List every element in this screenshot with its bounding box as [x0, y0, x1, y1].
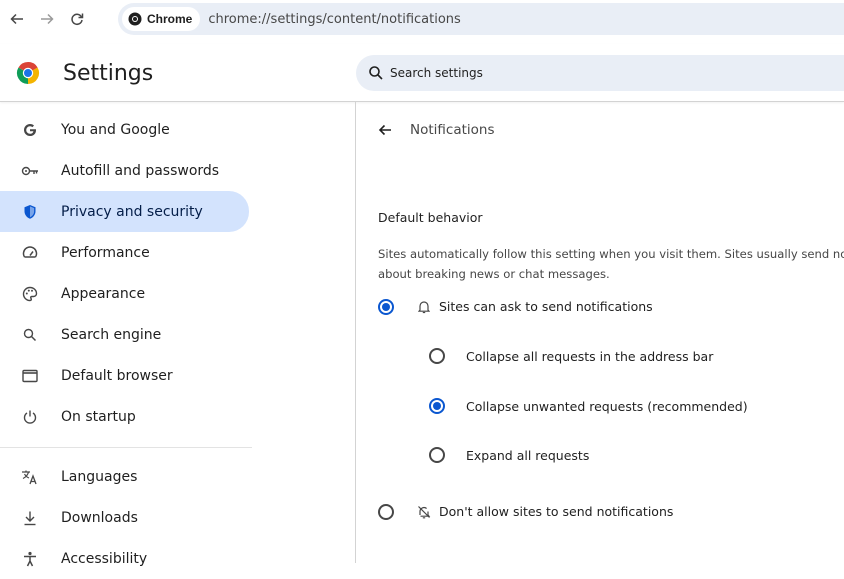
subpage-title: Notifications: [410, 122, 495, 138]
site-chip-label: Chrome: [147, 12, 193, 26]
radio-collapse-all[interactable]: [429, 348, 445, 364]
translate-icon: [20, 469, 40, 485]
browser-toolbar: Chrome chrome://settings/content/notific…: [0, 0, 844, 38]
sidebar-item-performance[interactable]: Performance: [0, 232, 249, 273]
sidebar-item-downloads[interactable]: Downloads: [0, 497, 249, 538]
settings-header: Settings: [0, 44, 844, 102]
sidebar-item-appearance[interactable]: Appearance: [0, 273, 249, 314]
description-line: about breaking news or chat messages.: [378, 267, 610, 281]
page-title: Settings: [63, 61, 154, 86]
address-bar[interactable]: Chrome chrome://settings/content/notific…: [118, 3, 844, 35]
palette-icon: [20, 286, 40, 302]
radio-sites-can-ask[interactable]: [378, 299, 394, 315]
sidebar-item-label: Search engine: [61, 326, 162, 343]
forward-arrow-icon[interactable]: [32, 4, 62, 34]
sidebar-item-label: You and Google: [61, 121, 170, 138]
sidebar-item-languages[interactable]: Languages: [0, 456, 249, 497]
bell-off-icon: [417, 504, 431, 520]
site-chip[interactable]: Chrome: [122, 7, 201, 31]
sidebar-item-label: Accessibility: [61, 550, 148, 567]
google-g-icon: [20, 122, 40, 138]
sidebar-item-accessibility[interactable]: Accessibility: [0, 538, 249, 579]
key-icon: [20, 165, 40, 177]
radio-expand-all[interactable]: [429, 447, 445, 463]
chrome-logo-icon: [128, 12, 142, 26]
sidebar-item-label: Downloads: [61, 509, 138, 526]
search-icon: [20, 328, 40, 342]
speedometer-icon: [20, 245, 40, 261]
sidebar-item-you-and-google[interactable]: You and Google: [0, 109, 249, 150]
sidebar-item-label: Default browser: [61, 367, 173, 384]
shield-icon: [20, 204, 40, 220]
option-label: Don't allow sites to send notifications: [439, 504, 674, 519]
sidebar-item-label: Privacy and security: [61, 203, 203, 220]
sidebar: You and Google Autofill and passwords Pr…: [0, 108, 256, 567]
chrome-logo-icon: [16, 61, 40, 90]
section-title: Default behavior: [378, 210, 483, 225]
radio-dont-allow[interactable]: [378, 504, 394, 520]
sidebar-item-search-engine[interactable]: Search engine: [0, 314, 249, 355]
search-box[interactable]: [356, 55, 844, 91]
option-label: Collapse all requests in the address bar: [466, 349, 714, 364]
sidebar-item-default-browser[interactable]: Default browser: [0, 355, 249, 396]
sidebar-item-label: Languages: [61, 468, 138, 485]
sidebar-item-label: Appearance: [61, 285, 146, 302]
sidebar-item-label: On startup: [61, 408, 136, 425]
browser-window-icon: [20, 369, 40, 383]
url-text[interactable]: chrome://settings/content/notifications: [208, 12, 460, 27]
download-icon: [20, 510, 40, 526]
section-description: Sites automatically follow this setting …: [378, 244, 844, 284]
option-label: Expand all requests: [466, 448, 590, 463]
sidebar-item-autofill[interactable]: Autofill and passwords: [0, 150, 249, 191]
description-line: Sites automatically follow this setting …: [378, 247, 844, 261]
accessibility-icon: [20, 551, 40, 567]
sidebar-item-privacy[interactable]: Privacy and security: [0, 191, 249, 232]
sidebar-item-label: Autofill and passwords: [61, 162, 220, 179]
power-icon: [20, 409, 40, 425]
search-icon: [369, 66, 383, 80]
bell-icon: [417, 299, 431, 315]
sidebar-item-on-startup[interactable]: On startup: [0, 396, 249, 437]
search-input[interactable]: [390, 66, 790, 80]
sidebar-divider: [0, 447, 252, 448]
back-arrow-icon[interactable]: [2, 4, 32, 34]
option-label: Sites can ask to send notifications: [439, 299, 653, 314]
option-label: Collapse unwanted requests (recommended): [466, 399, 748, 414]
radio-collapse-unwanted[interactable]: [429, 398, 445, 414]
main-content: Notifications Default behavior Sites aut…: [356, 102, 844, 563]
reload-icon[interactable]: [62, 4, 92, 34]
sidebar-item-label: Performance: [61, 244, 150, 261]
back-arrow-icon[interactable]: [374, 119, 396, 141]
